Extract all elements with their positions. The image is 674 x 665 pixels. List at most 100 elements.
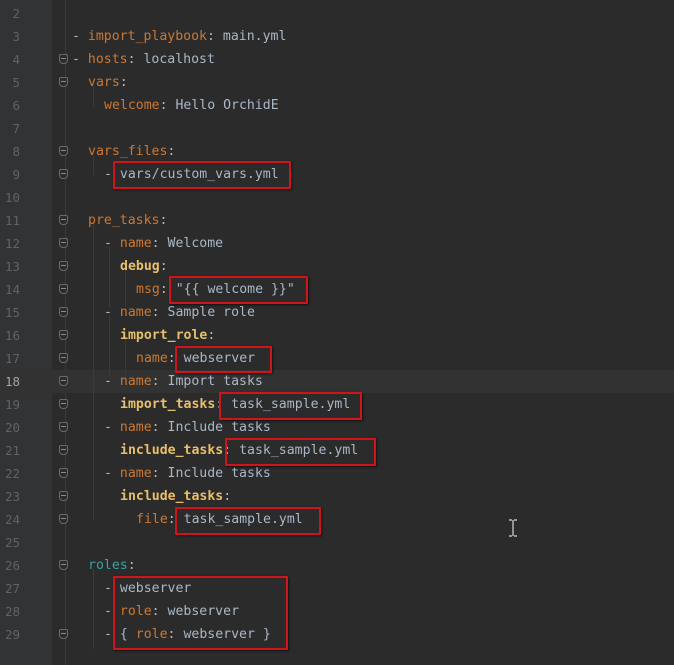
- code-token: Include tasks: [167, 420, 271, 435]
- code-line[interactable]: 6 welcome: Hello OrchidE: [0, 94, 674, 117]
- fold-marker-icon[interactable]: [59, 445, 68, 455]
- code-line[interactable]: 18 - name: Import tasks: [0, 370, 674, 393]
- line-number: 29: [4, 627, 20, 642]
- code-line[interactable]: 29- { role: webserver }: [0, 623, 674, 646]
- code-token: import_tasks: [120, 397, 216, 412]
- fold-marker-icon[interactable]: [59, 54, 68, 64]
- code-line[interactable]: 25: [0, 531, 674, 554]
- code-editor[interactable]: 23- import_playbook: main.yml 4- hosts: l…: [0, 0, 674, 665]
- code-token: name: [119, 305, 152, 320]
- line-number: 6: [12, 98, 20, 113]
- code-line[interactable]: 2: [0, 2, 674, 25]
- line-number: 4: [12, 52, 20, 67]
- line-number: 11: [4, 213, 20, 228]
- fold-marker-icon[interactable]: [59, 146, 68, 156]
- code-line[interactable]: 27- webserver: [0, 577, 674, 600]
- code-token: :: [151, 236, 168, 251]
- code-token: -: [104, 466, 120, 481]
- line-number: 26: [4, 558, 20, 573]
- code-token: :: [127, 558, 136, 573]
- code-token: :: [159, 98, 176, 113]
- line-number: 22: [4, 466, 20, 481]
- code-token: name: [119, 466, 152, 481]
- fold-marker-icon[interactable]: [59, 284, 68, 294]
- line-number: 20: [4, 420, 20, 435]
- line-number: 21: [4, 443, 20, 458]
- fold-marker-icon[interactable]: [59, 169, 68, 179]
- line-number: 2: [12, 6, 20, 21]
- fold-marker-icon[interactable]: [59, 307, 68, 317]
- line-number: 17: [4, 351, 20, 366]
- line-number: 13: [4, 259, 20, 274]
- code-token: name: [119, 420, 152, 435]
- code-line[interactable]: 26 roles:: [0, 554, 674, 577]
- fold-marker-icon[interactable]: [59, 514, 68, 524]
- code-token: Sample role: [167, 305, 255, 320]
- line-number: 24: [4, 512, 20, 527]
- code-line[interactable]: 17 name: webserver: [0, 347, 674, 370]
- code-line[interactable]: 3 - import_playbook: main.yml: [0, 25, 674, 48]
- code-line[interactable]: 5 vars:: [0, 71, 674, 94]
- code-line[interactable]: 13 debug:: [0, 255, 674, 278]
- highlight-msg-value: [169, 276, 308, 304]
- code-line[interactable]: 28- role: webserver: [0, 600, 674, 623]
- fold-marker-icon[interactable]: [59, 468, 68, 478]
- code-text: import_role:: [120, 327, 215, 344]
- code-token: Import tasks: [167, 374, 263, 389]
- code-line[interactable]: 12 - name: Welcome: [0, 232, 674, 255]
- code-token: localhost: [143, 52, 215, 67]
- highlight-import-tasks-file: [219, 392, 362, 420]
- indent-guide: [93, 224, 94, 520]
- fold-marker-icon[interactable]: [59, 238, 68, 248]
- code-text: - import_playbook: main.yml: [72, 28, 286, 45]
- code-token: import_role: [120, 328, 208, 343]
- fold-marker-icon[interactable]: [59, 261, 68, 271]
- code-line[interactable]: 9- vars/custom_vars.yml: [0, 163, 674, 186]
- code-line[interactable]: 10: [0, 186, 674, 209]
- code-token: name: [119, 236, 152, 251]
- fold-marker-icon[interactable]: [59, 215, 68, 225]
- code-text: - name: Include tasks: [104, 419, 271, 436]
- line-number: 15: [4, 305, 20, 320]
- fold-marker-icon[interactable]: [59, 376, 68, 386]
- code-token: :: [151, 305, 168, 320]
- fold-marker-icon[interactable]: [59, 330, 68, 340]
- fold-marker-icon[interactable]: [59, 353, 68, 363]
- code-line[interactable]: 7: [0, 117, 674, 140]
- code-token: :: [151, 420, 168, 435]
- code-line[interactable]: 14 msg: "{{ welcome }}": [0, 278, 674, 301]
- code-text: pre_tasks:: [88, 212, 167, 229]
- indent-guide: [93, 569, 94, 649]
- line-number: 28: [4, 604, 20, 619]
- line-number: 3: [12, 29, 20, 44]
- code-line[interactable]: 4 - hosts: localhost: [0, 48, 674, 71]
- line-number: 5: [12, 75, 20, 90]
- line-number: 18: [4, 374, 20, 389]
- code-line[interactable]: 16 import_role:: [0, 324, 674, 347]
- code-line[interactable]: 8 vars_files:: [0, 140, 674, 163]
- code-token: include_tasks: [120, 489, 224, 504]
- fold-marker-icon[interactable]: [59, 422, 68, 432]
- code-token: -: [72, 52, 88, 67]
- code-token: Welcome: [167, 236, 224, 251]
- fold-marker-icon[interactable]: [59, 77, 68, 87]
- indent-guide: [93, 155, 94, 175]
- fold-marker-icon[interactable]: [59, 560, 68, 570]
- highlight-include-tasks-file: [225, 438, 376, 466]
- code-token: :: [206, 29, 223, 44]
- code-line[interactable]: 15 - name: Sample role: [0, 301, 674, 324]
- code-token: :: [223, 489, 232, 504]
- fold-marker-icon[interactable]: [59, 629, 68, 639]
- code-line[interactable]: 23 include_tasks:: [0, 485, 674, 508]
- code-token: Include tasks: [167, 466, 271, 481]
- fold-marker-icon[interactable]: [59, 399, 68, 409]
- code-line[interactable]: 11 pre_tasks:: [0, 209, 674, 232]
- code-token: vars_files: [88, 144, 168, 159]
- code-text: - name: Welcome: [104, 235, 223, 252]
- code-token: Hello OrchidE: [175, 98, 279, 113]
- fold-marker-icon[interactable]: [59, 491, 68, 501]
- code-token: name: [119, 374, 152, 389]
- code-text: welcome: Hello OrchidE: [104, 97, 279, 114]
- code-line[interactable]: 24 file: task_sample.yml: [0, 508, 674, 531]
- code-token: :: [151, 466, 168, 481]
